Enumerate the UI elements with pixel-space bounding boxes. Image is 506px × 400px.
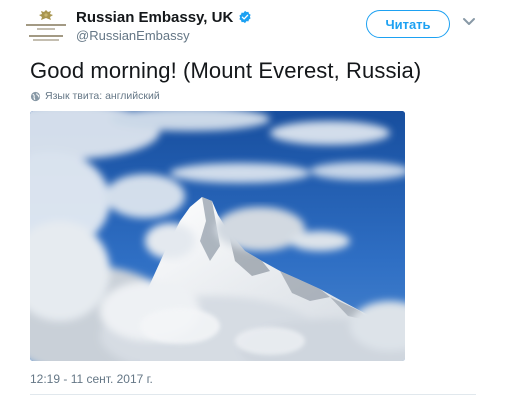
logo-text-line — [37, 28, 55, 30]
tweet-card: Russian Embassy, UK @RussianEmbassy Чита… — [0, 0, 506, 400]
logo-text-line — [26, 24, 66, 26]
logo-text-line — [33, 39, 59, 41]
avatar[interactable] — [22, 8, 70, 48]
follow-button[interactable]: Читать — [366, 10, 450, 38]
globe-icon — [30, 91, 41, 101]
user-handle[interactable]: @RussianEmbassy — [76, 28, 336, 43]
author-info: Russian Embassy, UK @RussianEmbassy — [76, 7, 336, 43]
logo-text-line — [29, 35, 63, 37]
coat-of-arms-icon — [39, 10, 53, 20]
mountain-photo-image — [30, 111, 405, 361]
name-row: Russian Embassy, UK — [76, 7, 336, 27]
tweet-photo[interactable] — [30, 111, 405, 361]
chevron-down-icon[interactable] — [462, 17, 476, 27]
tweet-language: Язык твита: английский — [30, 90, 160, 102]
divider — [30, 394, 476, 395]
tweet-timestamp[interactable]: 12:19 - 11 сент. 2017 г. — [30, 372, 153, 386]
language-label: Язык твита: английский — [45, 90, 160, 102]
verified-badge-icon — [239, 10, 251, 24]
tweet-text: Good morning! (Mount Everest, Russia) — [30, 58, 422, 83]
display-name[interactable]: Russian Embassy, UK — [76, 9, 233, 26]
